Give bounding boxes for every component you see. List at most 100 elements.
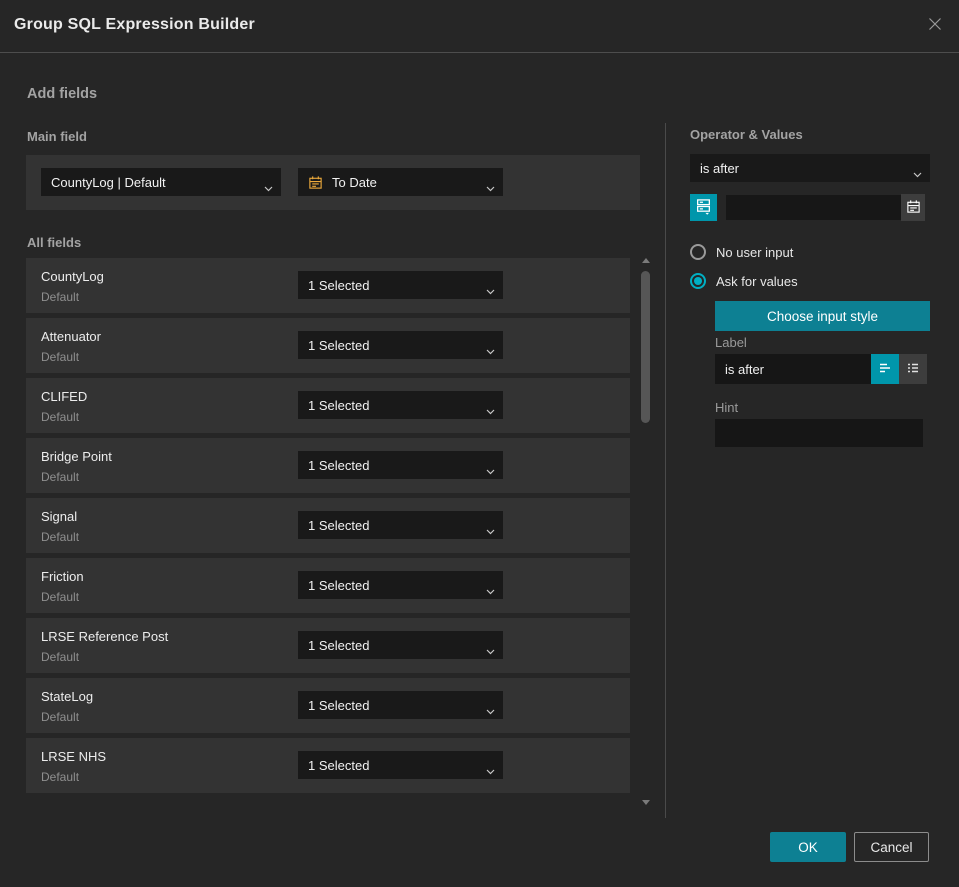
chevron-down-icon bbox=[486, 523, 495, 538]
main-field-heading: Main field bbox=[27, 129, 87, 144]
main-field-date-dropdown-value: To Date bbox=[332, 174, 377, 190]
field-selection-value: 1 Selected bbox=[308, 697, 370, 713]
scroll-up-icon[interactable] bbox=[642, 258, 650, 263]
all-fields-heading: All fields bbox=[27, 235, 82, 250]
hint-field-label: Hint bbox=[715, 400, 739, 415]
chevron-down-icon bbox=[913, 166, 922, 181]
field-row: StateLog Default 1 Selected bbox=[26, 678, 630, 733]
field-default-label: Default bbox=[41, 290, 80, 304]
field-selection-dropdown[interactable]: 1 Selected bbox=[298, 391, 503, 419]
field-name: CLIFED bbox=[41, 389, 88, 404]
field-selection-dropdown[interactable]: 1 Selected bbox=[298, 451, 503, 479]
dialog-header: Group SQL Expression Builder bbox=[0, 0, 959, 53]
field-selection-value: 1 Selected bbox=[308, 637, 370, 653]
field-default-label: Default bbox=[41, 530, 80, 544]
field-selection-dropdown[interactable]: 1 Selected bbox=[298, 751, 503, 779]
value-input[interactable] bbox=[726, 195, 901, 220]
panel-divider bbox=[665, 123, 666, 818]
hint-input[interactable] bbox=[715, 419, 923, 447]
operator-values-heading: Operator & Values bbox=[690, 127, 803, 142]
cancel-button[interactable]: Cancel bbox=[854, 832, 929, 862]
field-row: Friction Default 1 Selected bbox=[26, 558, 630, 613]
field-row: CountyLog Default 1 Selected bbox=[26, 258, 630, 313]
radio-ask-for-values[interactable]: Ask for values bbox=[690, 273, 798, 289]
field-row: LRSE Reference Post Default 1 Selected bbox=[26, 618, 630, 673]
group-sql-expression-builder-dialog: Group SQL Expression Builder Add fields … bbox=[0, 0, 959, 887]
main-field-dropdown-value: CountyLog | Default bbox=[51, 174, 166, 190]
date-picker-button[interactable] bbox=[901, 194, 925, 221]
label-field-label: Label bbox=[715, 335, 747, 350]
radio-ask-for-values-label: Ask for values bbox=[716, 273, 798, 289]
add-fields-heading: Add fields bbox=[27, 86, 98, 102]
close-icon bbox=[926, 15, 944, 38]
main-field-dropdown[interactable]: CountyLog | Default bbox=[41, 168, 281, 196]
field-selection-value: 1 Selected bbox=[308, 757, 370, 773]
all-fields-list: CountyLog Default 1 Selected Attenuator … bbox=[26, 258, 630, 798]
field-name: Friction bbox=[41, 569, 84, 584]
field-name: StateLog bbox=[41, 689, 94, 704]
field-default-label: Default bbox=[41, 590, 80, 604]
field-name: LRSE NHS bbox=[41, 749, 107, 764]
field-default-label: Default bbox=[41, 410, 80, 424]
label-input[interactable] bbox=[715, 354, 871, 384]
field-selection-dropdown[interactable]: 1 Selected bbox=[298, 631, 503, 659]
radio-no-user-input[interactable]: No user input bbox=[690, 244, 793, 260]
calendar-icon bbox=[906, 199, 921, 217]
chevron-down-icon bbox=[486, 180, 495, 195]
field-row: CLIFED Default 1 Selected bbox=[26, 378, 630, 433]
dialog-title: Group SQL Expression Builder bbox=[14, 16, 255, 33]
chevron-down-icon bbox=[264, 180, 273, 195]
field-row: Bridge Point Default 1 Selected bbox=[26, 438, 630, 493]
field-selection-dropdown[interactable]: 1 Selected bbox=[298, 511, 503, 539]
field-selection-dropdown[interactable]: 1 Selected bbox=[298, 571, 503, 599]
field-row: Attenuator Default 1 Selected bbox=[26, 318, 630, 373]
operator-dropdown-value: is after bbox=[700, 160, 740, 176]
ok-button[interactable]: OK bbox=[770, 832, 846, 862]
field-selection-value: 1 Selected bbox=[308, 457, 370, 473]
field-default-label: Default bbox=[41, 650, 80, 664]
field-selection-dropdown[interactable]: 1 Selected bbox=[298, 331, 503, 359]
chevron-down-icon bbox=[486, 763, 495, 778]
field-default-label: Default bbox=[41, 350, 80, 364]
field-default-label: Default bbox=[41, 470, 80, 484]
chevron-down-icon bbox=[486, 343, 495, 358]
chevron-down-icon bbox=[486, 703, 495, 718]
radio-icon bbox=[690, 244, 706, 260]
single-line-style-button[interactable] bbox=[871, 354, 899, 384]
field-name: Attenuator bbox=[41, 329, 101, 344]
field-name: LRSE Reference Post bbox=[41, 629, 169, 644]
chevron-down-icon bbox=[486, 643, 495, 658]
field-selection-value: 1 Selected bbox=[308, 277, 370, 293]
list-style-button[interactable] bbox=[899, 354, 927, 384]
field-selection-value: 1 Selected bbox=[308, 577, 370, 593]
chevron-down-icon bbox=[486, 283, 495, 298]
calendar-icon bbox=[308, 175, 323, 190]
scroll-down-icon[interactable] bbox=[642, 800, 650, 805]
value-type-stack-icon bbox=[695, 198, 712, 218]
operator-dropdown[interactable]: is after bbox=[690, 154, 930, 182]
list-scrollbar[interactable] bbox=[641, 256, 651, 807]
align-left-icon bbox=[878, 361, 892, 378]
field-selection-value: 1 Selected bbox=[308, 517, 370, 533]
scrollbar-thumb[interactable] bbox=[641, 271, 650, 423]
radio-selected-icon bbox=[690, 273, 706, 289]
main-field-panel: CountyLog | Default To Date bbox=[26, 155, 640, 210]
field-name: CountyLog bbox=[41, 269, 104, 284]
close-button[interactable] bbox=[923, 14, 947, 38]
field-selection-dropdown[interactable]: 1 Selected bbox=[298, 271, 503, 299]
chevron-down-icon bbox=[486, 583, 495, 598]
main-field-date-dropdown[interactable]: To Date bbox=[298, 168, 503, 196]
field-row: Signal Default 1 Selected bbox=[26, 498, 630, 553]
radio-no-user-input-label: No user input bbox=[716, 244, 794, 260]
field-name: Signal bbox=[41, 509, 78, 524]
field-default-label: Default bbox=[41, 710, 80, 724]
field-selection-value: 1 Selected bbox=[308, 397, 370, 413]
choose-input-style-button[interactable]: Choose input style bbox=[715, 301, 930, 331]
field-selection-value: 1 Selected bbox=[308, 337, 370, 353]
chevron-down-icon bbox=[486, 403, 495, 418]
field-selection-dropdown[interactable]: 1 Selected bbox=[298, 691, 503, 719]
chevron-down-icon bbox=[486, 463, 495, 478]
field-name: Bridge Point bbox=[41, 449, 112, 464]
value-type-toggle-button[interactable] bbox=[690, 194, 717, 221]
field-default-label: Default bbox=[41, 770, 80, 784]
